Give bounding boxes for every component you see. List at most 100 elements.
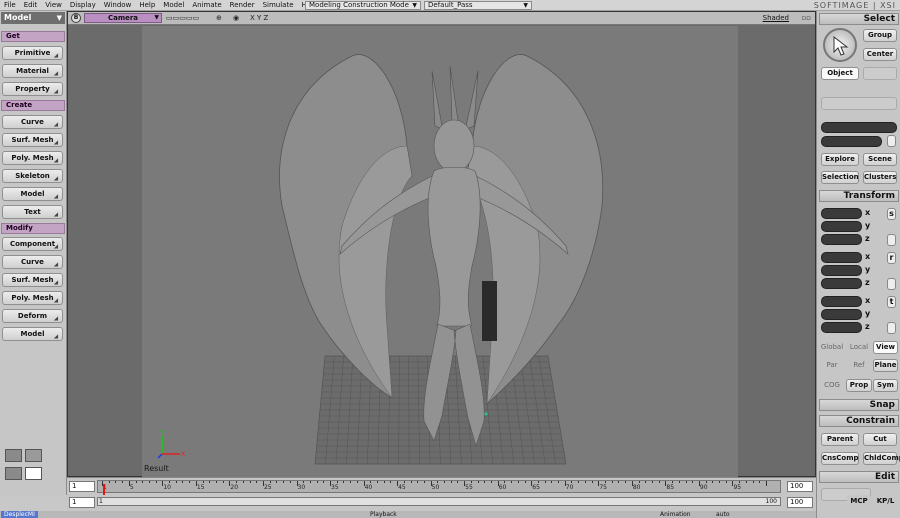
kpl-button[interactable]: KP/L: [873, 495, 898, 508]
selection-button[interactable]: Selection: [821, 171, 859, 184]
component-button[interactable]: Component: [2, 237, 63, 251]
create-poly-mesh-button[interactable]: Poly. Mesh: [2, 151, 63, 165]
primitive-button[interactable]: Primitive: [2, 46, 63, 60]
desktop-tab[interactable]: DesplecMI: [1, 511, 38, 518]
filter-field[interactable]: [821, 97, 897, 110]
menu-animate[interactable]: Animate: [188, 0, 225, 11]
sym-button[interactable]: Sym: [873, 379, 898, 392]
deform-button[interactable]: Deform: [2, 309, 63, 323]
scale-tool-icon[interactable]: s: [887, 208, 896, 220]
playhead[interactable]: [103, 484, 105, 495]
plane-button[interactable]: Plane: [873, 359, 898, 372]
rotate-x-field[interactable]: [821, 252, 862, 263]
translate-y-field[interactable]: [821, 309, 862, 320]
range-slider[interactable]: 1 100: [97, 497, 781, 506]
rotate-z-field[interactable]: [821, 278, 862, 289]
menu-file[interactable]: File: [0, 0, 20, 11]
layout-split-icon[interactable]: [5, 467, 22, 480]
scene-button[interactable]: Scene: [863, 153, 897, 166]
object-button[interactable]: Object: [821, 67, 859, 80]
local-button[interactable]: Local: [846, 341, 872, 354]
modify-curve-button[interactable]: Curve: [2, 255, 63, 269]
text-button[interactable]: Text: [2, 205, 63, 219]
layout-grid-icon[interactable]: [5, 449, 22, 462]
transform-header[interactable]: Transform: [819, 190, 899, 202]
playback-menu[interactable]: Playback: [370, 511, 397, 518]
animation-menu[interactable]: Animation: [660, 511, 691, 518]
menu-render[interactable]: Render: [226, 0, 259, 11]
cnscomp-button[interactable]: CnsComp: [821, 452, 859, 465]
selection-grip-icon[interactable]: [887, 135, 896, 147]
layout-single-icon[interactable]: [25, 467, 42, 480]
camera-select[interactable]: Camera ▼: [84, 13, 162, 23]
create-model-button[interactable]: Model: [2, 187, 63, 201]
viewport-menu-button[interactable]: B: [71, 13, 81, 23]
range-start-field[interactable]: 1: [69, 497, 95, 508]
group-button[interactable]: Group: [863, 29, 897, 42]
select-tool-button[interactable]: [823, 28, 857, 62]
shading-mode-select[interactable]: Shaded: [763, 13, 789, 23]
scene-render[interactable]: [142, 26, 738, 477]
visibility-toggles-icon[interactable]: ▭▭▭▭▭: [166, 14, 199, 23]
rotate-y-field[interactable]: [821, 265, 862, 276]
create-surf-mesh-button[interactable]: Surf. Mesh: [2, 133, 63, 147]
viewport-window-icons[interactable]: ▫▫: [802, 14, 812, 23]
chldcomp-button[interactable]: ChldComp: [863, 452, 900, 465]
rotate-grip-icon[interactable]: [887, 278, 896, 290]
menu-edit[interactable]: Edit: [20, 0, 42, 11]
magnify-icon[interactable]: ⊕: [216, 14, 222, 23]
scale-z-field[interactable]: [821, 234, 862, 245]
pass-select[interactable]: Default_Pass ▼: [424, 1, 532, 10]
skeleton-button[interactable]: Skeleton: [2, 169, 63, 183]
menu-help[interactable]: Help: [135, 0, 159, 11]
constrain-header[interactable]: Constrain: [819, 415, 899, 427]
blank-filter-button[interactable]: [863, 67, 897, 80]
global-button[interactable]: Global: [819, 341, 845, 354]
rotate-tool-icon[interactable]: r: [887, 252, 896, 264]
par-button[interactable]: Par: [819, 359, 845, 372]
cog-button[interactable]: COG: [819, 379, 845, 392]
edit-header[interactable]: Edit: [819, 471, 899, 483]
ref-button[interactable]: Ref: [846, 359, 872, 372]
parent-button[interactable]: Parent: [821, 433, 859, 446]
layout-wave-icon[interactable]: [25, 449, 42, 462]
menu-window[interactable]: Window: [100, 0, 136, 11]
center-button[interactable]: Center: [863, 48, 897, 61]
viewport[interactable]: B Camera ▼ ▭▭▭▭▭ ⊕ ◉ X Y Z Shaded ▫▫ Y X…: [67, 11, 816, 477]
eye-icon[interactable]: ◉: [233, 14, 239, 23]
scale-y-field[interactable]: [821, 221, 862, 232]
timeline-end-field[interactable]: 100: [787, 481, 813, 492]
timeline-start-field[interactable]: 1: [69, 481, 95, 492]
clusters-button[interactable]: Clusters: [863, 171, 897, 184]
view-button[interactable]: View: [873, 341, 898, 354]
menu-simulate[interactable]: Simulate: [259, 0, 298, 11]
menu-model[interactable]: Model: [159, 0, 188, 11]
menu-display[interactable]: Display: [66, 0, 100, 11]
scale-x-field[interactable]: [821, 208, 862, 219]
construction-mode-select[interactable]: Modeling Construction Mode ▼: [305, 1, 421, 10]
prop-button[interactable]: Prop: [846, 379, 872, 392]
scale-grip-icon[interactable]: [887, 234, 896, 246]
timeline-ruler[interactable]: 15101520253035404550556065707580859095: [97, 480, 781, 495]
cut-button[interactable]: Cut: [863, 433, 897, 446]
modify-poly-mesh-button[interactable]: Poly. Mesh: [2, 291, 63, 305]
translate-z-field[interactable]: [821, 322, 862, 333]
mcp-button[interactable]: MCP: [847, 495, 871, 508]
create-curve-button[interactable]: Curve: [2, 115, 63, 129]
select-header[interactable]: Select: [819, 13, 899, 25]
auto-key-toggle[interactable]: auto: [716, 511, 730, 518]
snap-header[interactable]: Snap: [819, 399, 899, 411]
range-end-field[interactable]: 100: [787, 497, 813, 508]
selection-type-field[interactable]: [821, 136, 882, 147]
menu-view[interactable]: View: [41, 0, 66, 11]
mode-select[interactable]: Model ▼: [1, 12, 65, 24]
explore-button[interactable]: Explore: [821, 153, 859, 166]
translate-grip-icon[interactable]: [887, 322, 896, 334]
property-button[interactable]: Property: [2, 82, 63, 96]
translate-tool-icon[interactable]: t: [887, 296, 896, 308]
modify-surf-mesh-button[interactable]: Surf. Mesh: [2, 273, 63, 287]
modify-model-button[interactable]: Model: [2, 327, 63, 341]
selection-name-field[interactable]: [821, 122, 897, 133]
translate-x-field[interactable]: [821, 296, 862, 307]
material-button[interactable]: Material: [2, 64, 63, 78]
